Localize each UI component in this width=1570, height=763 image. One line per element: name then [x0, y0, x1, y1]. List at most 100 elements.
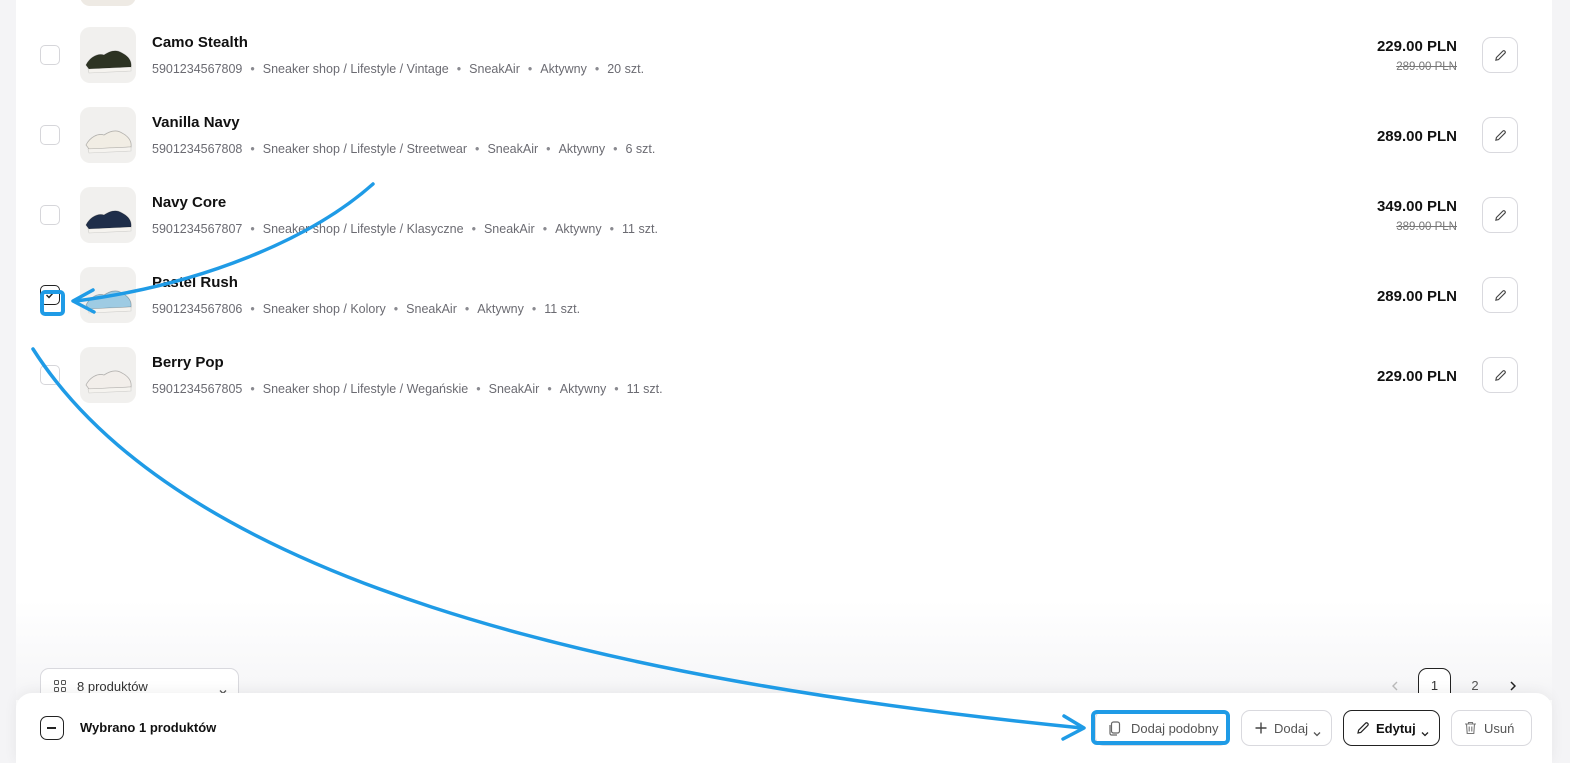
product-old-price: 289.00 PLN — [1396, 61, 1457, 73]
product-thumbnail[interactable] — [80, 27, 136, 83]
separator-dot: • — [531, 302, 537, 316]
pencil-icon — [1495, 210, 1506, 221]
product-category: Sneaker shop / Kolory — [262, 302, 386, 316]
add-similar-button[interactable]: Dodaj podobny — [1095, 710, 1228, 746]
product-stock: 6 szt. — [625, 142, 656, 156]
product-thumbnail[interactable] — [80, 267, 136, 323]
product-price: 289.00 PLN — [1376, 128, 1457, 145]
separator-dot: • — [476, 382, 481, 396]
pencil-icon — [1356, 721, 1370, 738]
sneaker-icon — [85, 370, 132, 394]
delete-button[interactable]: Usuń — [1451, 710, 1532, 746]
product-brand: SneakAir — [488, 382, 540, 396]
product-thumbnail[interactable] — [80, 107, 136, 163]
product-brand: SneakAir — [487, 142, 539, 156]
selection-action-bar: Wybrano 1 produktów Dodaj podobny Dodaj … — [16, 693, 1552, 763]
product-checkbox[interactable] — [40, 45, 60, 65]
product-status: Aktywny — [558, 142, 606, 156]
product-stock: 11 szt. — [626, 382, 663, 396]
separator-dot: • — [546, 142, 551, 156]
product-ean: 5901234567809 — [152, 62, 243, 76]
product-meta: 5901234567805 • Sneaker shop / Lifestyle /… — [152, 382, 663, 396]
product-stock: 11 szt. — [544, 302, 581, 316]
product-price: 229.00 PLN — [1376, 38, 1457, 55]
product-price: 349.00 PLN — [1376, 198, 1457, 215]
product-checkbox[interactable] — [40, 285, 60, 305]
plus-icon — [1254, 721, 1268, 738]
sneaker-icon — [85, 50, 132, 74]
separator-dot: • — [527, 62, 533, 76]
edit-product-button[interactable] — [1482, 277, 1518, 313]
edit-product-button[interactable] — [1482, 357, 1518, 393]
deselect-all-button[interactable] — [40, 716, 64, 740]
check-icon — [46, 292, 55, 299]
edit-product-button[interactable] — [1482, 37, 1518, 73]
product-price: 229.00 PLN — [1376, 368, 1457, 385]
product-checkbox[interactable] — [40, 365, 60, 385]
product-status: Aktywny — [555, 222, 602, 236]
product-name[interactable]: Pastel Rush — [152, 274, 238, 291]
product-meta: 5901234567809 • Sneaker shop / Lifestyle /… — [152, 62, 644, 76]
product-meta: 5901234567807 • Sneaker shop / Lifestyle /… — [152, 222, 658, 236]
add-label: Dodaj — [1274, 721, 1308, 736]
delete-label: Usuń — [1484, 721, 1515, 736]
product-name[interactable]: Navy Core — [152, 194, 226, 211]
pencil-icon — [1495, 370, 1506, 381]
sneaker-icon — [85, 290, 132, 314]
product-old-price: 389.00 PLN — [1396, 221, 1457, 233]
product-status: Aktywny — [540, 62, 587, 76]
list-fade — [16, 600, 1552, 700]
product-thumbnail[interactable] — [80, 187, 136, 243]
product-category: Sneaker shop / Lifestyle / Wegańskie — [262, 382, 469, 396]
separator-dot: • — [614, 382, 619, 396]
separator-dot: • — [609, 222, 615, 236]
sneaker-icon — [85, 210, 132, 234]
separator-dot: • — [464, 302, 470, 316]
separator-dot: • — [250, 302, 255, 316]
chevron-right-icon — [1510, 681, 1516, 691]
separator-dot: • — [613, 142, 618, 156]
product-brand: SneakAir — [483, 222, 535, 236]
product-name[interactable]: Camo Stealth — [152, 34, 248, 51]
separator-dot: • — [471, 222, 476, 236]
edit-button[interactable]: Edytuj — [1343, 710, 1440, 746]
edit-product-button[interactable] — [1482, 197, 1518, 233]
separator-dot: • — [547, 382, 552, 396]
separator-dot: • — [250, 142, 255, 156]
sneaker-icon — [85, 130, 132, 154]
product-row[interactable]: Pastel Rush 5901234567806 • Sneaker shop / … — [16, 262, 1552, 342]
separator-dot: • — [542, 222, 548, 236]
product-row[interactable]: Navy Core 5901234567807 • Sneaker shop / Li… — [16, 182, 1552, 262]
product-checkbox[interactable] — [40, 205, 60, 225]
products-count-label: 8 produktów — [77, 679, 148, 694]
add-button[interactable]: Dodaj — [1241, 710, 1332, 746]
chevron-down-icon — [1421, 725, 1429, 740]
separator-dot: • — [456, 62, 462, 76]
product-row[interactable]: Camo Stealth 5901234567809 • Sneaker shop /… — [16, 22, 1552, 102]
product-price: 289.00 PLN — [1376, 288, 1457, 305]
edit-product-button[interactable] — [1482, 117, 1518, 153]
separator-dot: • — [250, 222, 255, 236]
product-category: Sneaker shop / Lifestyle / Klasyczne — [262, 222, 464, 236]
product-stock: 20 szt. — [607, 62, 645, 76]
separator-dot: • — [475, 142, 480, 156]
product-brand: SneakAir — [469, 62, 520, 76]
copy-icon — [1108, 721, 1122, 739]
product-meta: 5901234567806 • Sneaker shop / Kolory • Snea… — [152, 302, 580, 316]
product-name[interactable]: Vanilla Navy — [152, 114, 240, 131]
product-row[interactable]: Vanilla Navy 5901234567808 • Sneaker shop /… — [16, 102, 1552, 182]
product-thumbnail[interactable] — [80, 347, 136, 403]
product-ean: 5901234567806 — [152, 302, 243, 316]
product-name[interactable]: Berry Pop — [152, 354, 224, 371]
separator-dot: • — [250, 62, 255, 76]
chevron-down-icon — [1313, 725, 1321, 740]
product-checkbox[interactable] — [40, 125, 60, 145]
product-ean: 5901234567807 — [152, 222, 243, 236]
product-brand: SneakAir — [406, 302, 457, 316]
separator-dot: • — [594, 62, 600, 76]
selected-count-text: Wybrano 1 produktów — [80, 720, 217, 735]
product-ean: 5901234567808 — [152, 142, 243, 156]
product-row[interactable]: Berry Pop 5901234567805 • Sneaker shop / Li… — [16, 342, 1552, 422]
chevron-left-icon — [1392, 681, 1398, 691]
product-stock: 11 szt. — [622, 222, 658, 236]
